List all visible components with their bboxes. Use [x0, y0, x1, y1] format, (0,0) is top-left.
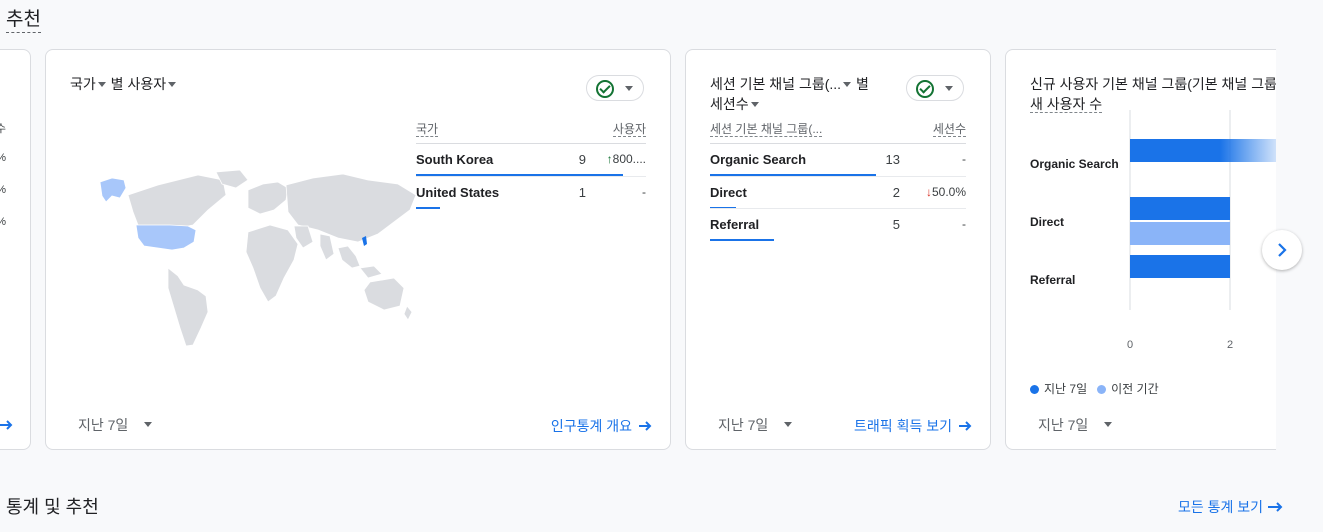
column-header[interactable]: 사용자 — [612, 120, 646, 137]
column-header[interactable]: 세션 기본 채널 그룹(... — [710, 120, 823, 137]
check-circle-icon — [596, 80, 614, 98]
date-range-selector[interactable]: 지난 7일 — [1038, 415, 1113, 435]
caret-down-icon — [784, 421, 793, 427]
users-by-country-card: 국가 별 사용자 국가 사용자 South Korea 9 ↑800.... Un — [45, 49, 671, 450]
row-change: ↓50.0% — [926, 185, 966, 199]
row-value: 9 — [578, 152, 586, 167]
table-row[interactable]: Organic Search 13 - — [710, 144, 966, 176]
row-change: - — [962, 217, 966, 231]
row-name: Direct — [710, 185, 747, 200]
caret-down-icon — [168, 81, 177, 87]
demographics-overview-link[interactable]: 인구통계 개요 — [551, 416, 652, 436]
x-tick-label: 2 — [1227, 339, 1233, 351]
dimension-selector[interactable]: 세션 기본 채널 그룹(... — [710, 76, 852, 92]
chevron-right-icon — [1278, 243, 1287, 257]
caret-down-icon — [750, 101, 759, 107]
category-label: Direct — [1030, 215, 1064, 229]
legend-label: 이전 기간 — [1111, 382, 1159, 396]
stats-section-title: 통계 및 추천 — [6, 497, 99, 517]
row-name: South Korea — [416, 152, 494, 167]
bar-current — [1130, 255, 1230, 278]
x-tick-label: 0 — [1127, 339, 1133, 351]
row-change-text: - — [962, 217, 966, 231]
chevron-down-icon — [625, 86, 633, 91]
legend-item: 지난 7일 — [1030, 380, 1087, 397]
share-bar — [416, 207, 440, 209]
row-name: Referral — [710, 217, 760, 232]
arrow-right-icon — [639, 421, 652, 431]
share-bar — [710, 239, 774, 241]
previous-card: 수%%% — [0, 49, 31, 450]
new-users-bar-chart: Organic Search Direct Referral 0 2 — [1030, 110, 1278, 351]
bar-current — [1130, 139, 1278, 162]
caret-down-icon — [843, 81, 852, 87]
arrow-right-icon — [959, 421, 972, 431]
row-change-text: 800.... — [612, 152, 646, 166]
bar-previous — [1130, 222, 1230, 245]
column-header[interactable]: 국가 — [416, 120, 439, 137]
legend-item: 이전 기간 — [1097, 380, 1159, 397]
legend-dot — [1030, 385, 1039, 395]
row-value: 2 — [892, 185, 900, 200]
metric-selector[interactable]: 사용자 — [127, 76, 177, 92]
view-all-stats-link[interactable]: 모든 통계 보기 — [1178, 497, 1283, 517]
chart-legend: 지난 7일 이전 기간 — [1030, 380, 1159, 397]
channel-table: 세션 기본 채널 그룹(... 세션수 Organic Search 13 - Dir… — [710, 120, 966, 250]
row-change: - — [642, 185, 646, 199]
bar-current — [1130, 197, 1230, 220]
partial-cell: 수 — [0, 120, 6, 136]
next-button[interactable] — [1262, 230, 1302, 270]
row-name: United States — [416, 185, 500, 200]
chevron-down-icon — [945, 86, 953, 91]
country-table: 국가 사용자 South Korea 9 ↑800.... United States… — [416, 120, 646, 220]
arrow-right-icon[interactable] — [0, 418, 13, 432]
date-range-selector[interactable]: 지난 7일 — [718, 415, 793, 435]
arrow-right-icon — [1268, 502, 1283, 512]
partial-cell: % — [0, 152, 6, 164]
check-circle-icon — [916, 80, 934, 98]
table-row[interactable]: Referral 5 - — [710, 208, 966, 241]
partial-cell: % — [0, 216, 6, 228]
category-label: Referral — [1030, 273, 1075, 287]
row-value: 13 — [885, 152, 900, 167]
new-users-by-channel-card: 신규 사용자 기본 채널 그룹(기본 채널 그룹) 새 사용자 수 Organi… — [1005, 49, 1305, 450]
traffic-acquisition-link[interactable]: 트래픽 획득 보기 — [854, 416, 972, 436]
partial-cell: % — [0, 184, 6, 196]
row-change-text: - — [642, 185, 646, 199]
row-value: 1 — [578, 185, 586, 200]
caret-down-icon — [144, 421, 153, 427]
legend-dot — [1097, 385, 1107, 395]
card-header: 국가 별 사용자 — [70, 74, 177, 94]
caret-down-icon — [1104, 421, 1113, 427]
recommendations-title: 추천 — [6, 4, 41, 33]
date-range-selector[interactable]: 지난 7일 — [78, 415, 153, 435]
row-change-text: 50.0% — [931, 185, 966, 199]
sessions-by-channel-card: 세션 기본 채널 그룹(... 별 세션수 세션 기본 채널 그룹(... 세션… — [685, 49, 991, 450]
table-row[interactable]: United States 1 - — [416, 176, 646, 209]
insight-status-button[interactable] — [586, 75, 644, 101]
dimension-selector[interactable]: 국가 — [70, 76, 107, 92]
row-change-text: - — [962, 152, 966, 166]
legend-label: 지난 7일 — [1044, 382, 1088, 396]
row-change: - — [962, 152, 966, 166]
table-row[interactable]: Direct 2 ↓50.0% — [710, 176, 966, 209]
insight-status-button[interactable] — [906, 75, 964, 101]
card-title: 신규 사용자 기본 채널 그룹(기본 채널 그룹) — [1030, 76, 1278, 92]
table-row[interactable]: South Korea 9 ↑800.... — [416, 144, 646, 176]
category-label: Organic Search — [1030, 157, 1119, 171]
card-header: 세션 기본 채널 그룹(... 별 세션수 — [710, 76, 869, 112]
column-header[interactable]: 세션수 — [932, 120, 966, 137]
row-change: ↑800.... — [607, 152, 646, 166]
caret-down-icon — [97, 81, 106, 87]
metric-selector[interactable]: 세션수 — [710, 96, 760, 112]
row-name: Organic Search — [710, 152, 807, 167]
row-value: 5 — [892, 217, 900, 232]
world-map — [99, 170, 417, 347]
